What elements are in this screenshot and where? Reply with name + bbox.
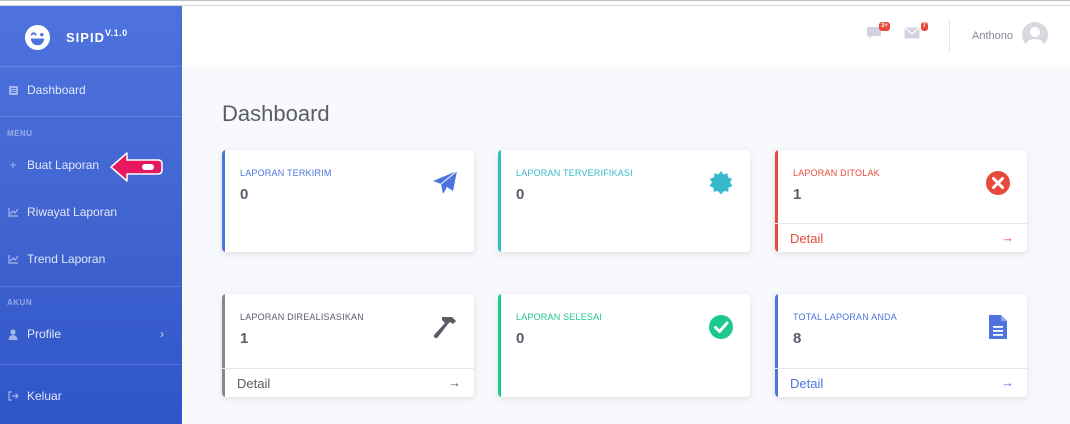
times-circle-icon: [986, 171, 1010, 195]
card-value: 1: [240, 330, 249, 347]
brand-version: V.1.0: [104, 27, 128, 38]
page-title: Dashboard: [222, 101, 330, 126]
sidebar-item-label: Trend Laporan: [27, 252, 106, 266]
annotation-arrow: [110, 152, 163, 182]
sidebar-heading-akun: AKUN: [7, 298, 33, 307]
detail-link[interactable]: Detail: [790, 231, 823, 246]
sidebar-item-trend-laporan[interactable]: Trend Laporan: [0, 247, 182, 271]
card-label: LAPORAN TERVERIFIKASI: [516, 168, 633, 178]
detail-link[interactable]: Detail: [790, 376, 823, 391]
card-total-laporan-anda: TOTAL LAPORAN ANDA 8 Detail →: [775, 294, 1027, 397]
main-content: Dashboard LAPORAN TERKIRIM 0 LAPORAN TER…: [182, 67, 1070, 424]
user-name[interactable]: Anthono: [972, 30, 1013, 42]
sidebar-divider: [0, 66, 182, 67]
card-laporan-terverifikasi: LAPORAN TERVERIFIKASI 0: [498, 150, 750, 252]
card-label: TOTAL LAPORAN ANDA: [793, 312, 897, 322]
alerts-button[interactable]: 3+: [866, 22, 890, 42]
sidebar-heading-menu: MENU: [7, 129, 33, 138]
card-value: 0: [516, 330, 525, 347]
envelope-icon: [904, 27, 920, 39]
sign-out-icon: [7, 390, 19, 402]
chart-line-icon: [7, 253, 19, 265]
card-laporan-direalisasikan: LAPORAN DIREALISASIKAN 1 Detail →: [222, 294, 474, 397]
card-value: 8: [793, 330, 802, 347]
sidebar-item-dashboard[interactable]: Dashboard: [0, 78, 182, 102]
sidebar-item-profile[interactable]: Profile ›: [0, 322, 182, 346]
brand[interactable]: SIPIDV.1.0: [24, 24, 128, 50]
avatar[interactable]: [1022, 22, 1048, 48]
sidebar-item-label: Profile: [27, 327, 62, 341]
card-accent-bar: [222, 150, 225, 252]
card-footer-detail[interactable]: Detail →: [775, 368, 1027, 397]
arrow-right-icon: →: [1001, 375, 1014, 390]
card-label: LAPORAN DITOLAK: [793, 168, 880, 178]
sidebar-divider: [0, 116, 182, 117]
alerts-badge: 3+: [879, 22, 890, 31]
sidebar: SIPIDV.1.0 Dashboard MENU + Buat Laporan…: [0, 6, 182, 424]
chevron-right-icon: ›: [160, 327, 164, 341]
sidebar-item-label: Riwayat Laporan: [27, 205, 118, 219]
sidebar-item-keluar[interactable]: Keluar: [0, 384, 182, 408]
laugh-wink-icon: [24, 24, 51, 50]
card-label: LAPORAN DIREALISASIKAN: [240, 312, 364, 322]
card-footer-detail[interactable]: Detail →: [222, 368, 474, 397]
brand-name: SIPIDV.1.0: [66, 27, 128, 45]
dashboard-icon: [7, 84, 19, 96]
paper-plane-icon: [433, 170, 458, 194]
user-icon: [7, 328, 19, 340]
topbar-divider: [949, 20, 950, 52]
arrow-right-icon: →: [1001, 230, 1014, 245]
file-icon: [989, 315, 1007, 339]
hammer-icon: [433, 317, 456, 339]
user-avatar-icon: [1025, 27, 1045, 48]
check-circle-icon: [709, 315, 733, 339]
sidebar-item-label: Keluar: [27, 389, 62, 403]
messages-badge: 7: [920, 22, 928, 31]
card-laporan-ditolak: LAPORAN DITOLAK 1 Detail →: [775, 150, 1027, 252]
card-label: LAPORAN SELESAI: [516, 312, 603, 322]
detail-link[interactable]: Detail: [237, 376, 270, 391]
card-value: 0: [240, 186, 249, 203]
card-accent-bar: [498, 150, 501, 252]
arrow-right-icon: →: [448, 375, 461, 390]
card-footer-detail[interactable]: Detail →: [775, 223, 1027, 252]
card-laporan-selesai: LAPORAN SELESAI 0: [498, 294, 750, 397]
topbar: 3+ 7 Anthono: [182, 6, 1070, 67]
sidebar-divider: [0, 364, 182, 365]
sidebar-item-riwayat-laporan[interactable]: Riwayat Laporan: [0, 200, 182, 224]
sidebar-item-label: Dashboard: [27, 83, 86, 97]
card-value: 1: [793, 186, 802, 203]
card-label: LAPORAN TERKIRIM: [240, 168, 332, 178]
chart-line-icon: [7, 206, 19, 218]
sidebar-item-label: Buat Laporan: [27, 158, 100, 172]
card-value: 0: [516, 186, 525, 203]
sidebar-divider: [0, 286, 182, 287]
card-laporan-terkirim: LAPORAN TERKIRIM 0: [222, 150, 474, 252]
plus-icon: +: [9, 158, 17, 172]
messages-button[interactable]: 7: [904, 22, 928, 42]
card-accent-bar: [498, 294, 501, 397]
certificate-icon: [709, 171, 733, 195]
